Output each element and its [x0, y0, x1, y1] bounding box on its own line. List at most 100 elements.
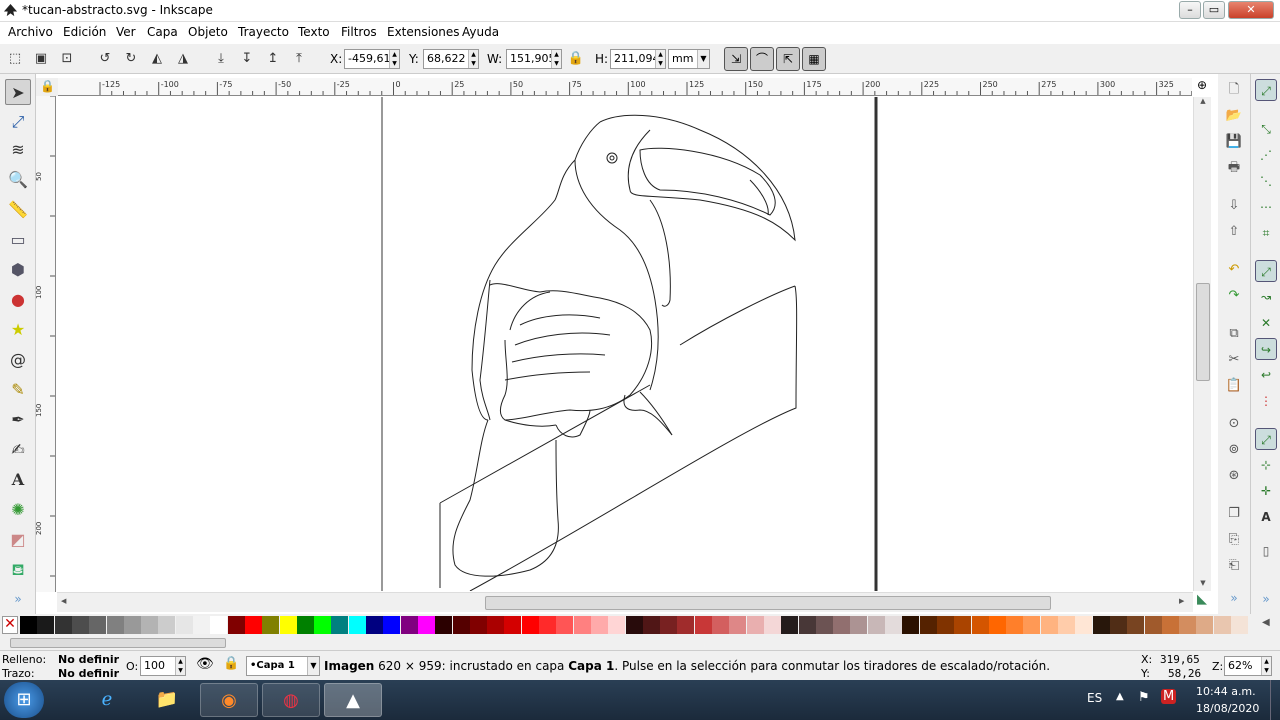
color-swatch[interactable]: [227, 616, 245, 634]
h-input[interactable]: 211,094 ▲ ▼: [610, 49, 666, 69]
palette-menu-icon[interactable]: ◀: [1262, 617, 1270, 628]
show-desktop-button[interactable]: [1270, 680, 1280, 720]
color-swatch[interactable]: [815, 616, 833, 634]
unlink-clone-icon[interactable]: ⎗: [1224, 556, 1244, 576]
snap-bbox-midpoint-icon[interactable]: ⋯: [1255, 196, 1277, 218]
color-swatch[interactable]: [210, 616, 228, 634]
color-swatch[interactable]: [417, 616, 435, 634]
color-swatch[interactable]: [1161, 616, 1179, 634]
color-swatch[interactable]: [954, 616, 972, 634]
ellipse-tool-icon[interactable]: ●: [5, 287, 31, 313]
antivirus-icon[interactable]: M: [1161, 689, 1177, 704]
color-swatch[interactable]: [20, 616, 37, 634]
calligraphy-tool-icon[interactable]: ✍: [5, 437, 31, 463]
redo-icon[interactable]: ↷: [1224, 286, 1244, 306]
color-swatch[interactable]: [262, 616, 280, 634]
deselect-icon[interactable]: ⊡: [56, 48, 78, 70]
snap-bbox-center-icon[interactable]: ⌗: [1255, 222, 1277, 244]
color-swatch[interactable]: [971, 616, 989, 634]
vertical-ruler[interactable]: 50 100 150 200: [36, 96, 56, 592]
network-icon[interactable]: ⚑: [1138, 690, 1150, 705]
toolbox-overflow-icon[interactable]: »: [5, 586, 31, 612]
select-tool-icon[interactable]: ➤: [5, 79, 31, 105]
duplicate-icon[interactable]: ❐: [1224, 504, 1244, 524]
horizontal-scroll-thumb[interactable]: [485, 596, 1051, 610]
stroke-value[interactable]: No definir: [58, 667, 119, 680]
color-swatch[interactable]: [1144, 616, 1162, 634]
open-icon[interactable]: 📂: [1224, 106, 1244, 126]
w-input[interactable]: 151,905 ▲ ▼: [506, 49, 562, 69]
menu-trayecto[interactable]: Trayecto: [238, 25, 289, 39]
color-swatch[interactable]: [244, 616, 262, 634]
snap-smooth-icon[interactable]: ↩: [1255, 364, 1277, 386]
star-tool-icon[interactable]: ★: [5, 317, 31, 343]
color-swatch[interactable]: [383, 616, 401, 634]
snap-others-icon[interactable]: ⤢: [1255, 428, 1277, 450]
rotate-cw-icon[interactable]: ↻: [120, 48, 142, 70]
color-swatch[interactable]: [919, 616, 937, 634]
flip-horizontal-icon[interactable]: ◭: [146, 48, 168, 70]
unit-select[interactable]: mm ▼: [668, 49, 710, 69]
box3d-tool-icon[interactable]: ⬢: [5, 257, 31, 283]
opacity-input[interactable]: 100 ▲ ▼: [140, 656, 186, 676]
commands-overflow-icon[interactable]: »: [1224, 588, 1244, 608]
color-swatch[interactable]: [193, 616, 210, 634]
color-swatch[interactable]: [729, 616, 747, 634]
menu-ver[interactable]: Ver: [116, 25, 136, 39]
node-tool-icon[interactable]: ⤢: [5, 109, 31, 135]
color-swatch[interactable]: [625, 616, 643, 634]
color-swatch[interactable]: [504, 616, 522, 634]
pen-tool-icon[interactable]: ✒: [5, 407, 31, 433]
import-icon[interactable]: ⇩: [1224, 196, 1244, 216]
lower-icon[interactable]: ↧: [236, 48, 258, 70]
color-swatch[interactable]: [314, 616, 332, 634]
tweak-tool-icon[interactable]: ≋: [5, 137, 31, 163]
snap-enable-icon[interactable]: ⤢: [1255, 79, 1277, 101]
color-swatch[interactable]: [988, 616, 1006, 634]
palette-scroll-thumb[interactable]: [10, 638, 226, 648]
move-patterns-icon[interactable]: ▦: [802, 47, 826, 71]
scroll-down-arrow-icon[interactable]: ▼: [1196, 579, 1210, 589]
cut-icon[interactable]: ✂: [1224, 350, 1244, 370]
scale-corners-icon[interactable]: ⌒: [750, 47, 774, 71]
zoom-tool-icon[interactable]: 🔍: [5, 167, 31, 193]
export-icon[interactable]: ⇧: [1224, 222, 1244, 242]
color-swatch[interactable]: [1179, 616, 1197, 634]
ruler-corner-lock-icon[interactable]: 🔒: [36, 78, 58, 96]
menu-objeto[interactable]: Objeto: [188, 25, 228, 39]
snap-cusp-icon[interactable]: ↪: [1255, 338, 1277, 360]
select-all-icon[interactable]: ⬚: [4, 48, 26, 70]
color-swatch[interactable]: [885, 616, 902, 634]
drawing-canvas[interactable]: [57, 97, 1193, 591]
color-swatch[interactable]: [435, 616, 453, 634]
snap-page-border-icon[interactable]: ▯: [1255, 540, 1277, 562]
spray-tool-icon[interactable]: ✺: [5, 497, 31, 523]
zoom-selection-icon[interactable]: ⊙: [1224, 414, 1244, 434]
close-button[interactable]: ✕: [1228, 1, 1274, 19]
y-input[interactable]: 68,622 ▲ ▼: [423, 49, 479, 69]
color-swatch[interactable]: [296, 616, 314, 634]
snap-paths-icon[interactable]: ↝: [1255, 286, 1277, 308]
menu-capa[interactable]: Capa: [147, 25, 178, 39]
color-swatch[interactable]: [608, 616, 626, 634]
print-icon[interactable]: 🖶: [1224, 158, 1244, 178]
layer-lock-icon[interactable]: 🔒: [223, 656, 239, 671]
color-swatch[interactable]: [348, 616, 366, 634]
tray-expand-icon[interactable]: ▲: [1116, 691, 1124, 702]
snap-midpoints-icon[interactable]: ⋮: [1255, 390, 1277, 412]
vertical-scroll-thumb[interactable]: [1196, 283, 1210, 381]
scroll-up-arrow-icon[interactable]: ▲: [1196, 97, 1210, 107]
layer-select[interactable]: •Capa 1 ▼: [246, 656, 320, 676]
color-swatch[interactable]: [123, 616, 141, 634]
color-swatch[interactable]: [1006, 616, 1024, 634]
zoom-drawing-icon[interactable]: ⊚: [1224, 440, 1244, 460]
zoom-corner-icon[interactable]: ⊕: [1193, 78, 1211, 96]
color-swatch[interactable]: [331, 616, 349, 634]
rotate-ccw-icon[interactable]: ↺: [94, 48, 116, 70]
copy-icon[interactable]: ⧉: [1224, 324, 1244, 344]
color-swatch[interactable]: [521, 616, 539, 634]
chrome-icon[interactable]: ◍: [262, 683, 320, 717]
new-document-icon[interactable]: 🗋: [1224, 80, 1244, 100]
scale-stroke-icon[interactable]: ⇲: [724, 47, 748, 71]
raise-icon[interactable]: ↥: [262, 48, 284, 70]
